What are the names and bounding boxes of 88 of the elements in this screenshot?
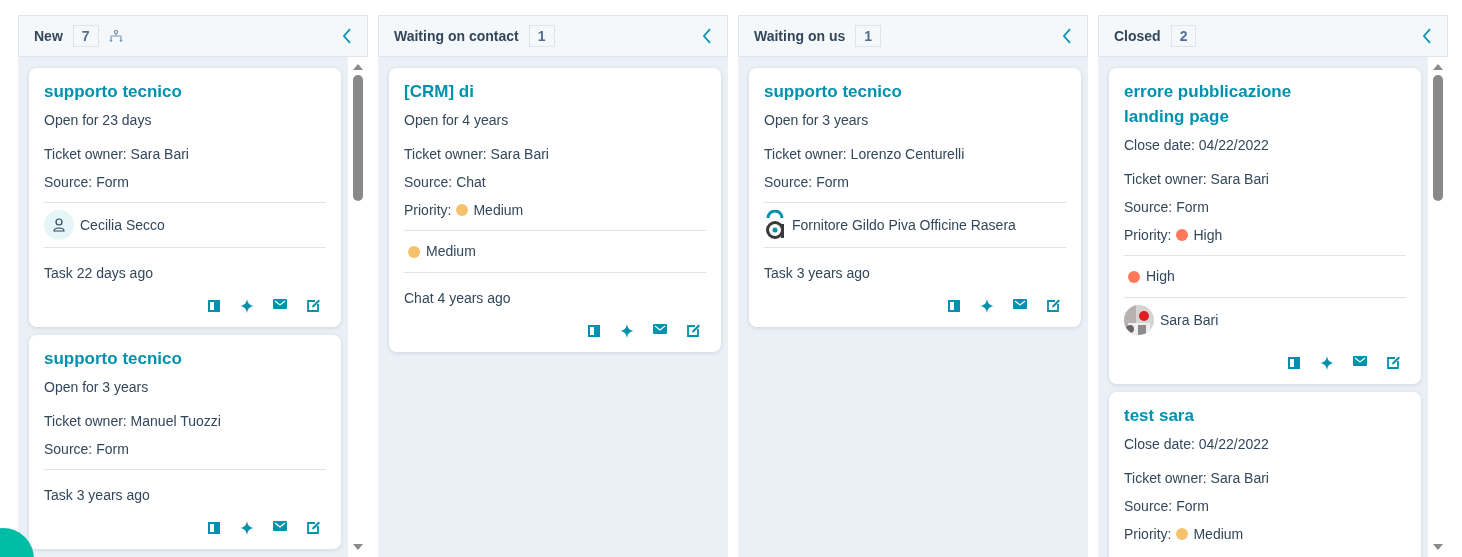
edit-icon[interactable] <box>306 299 320 313</box>
company-name[interactable]: Fornitore Gildo Piva Officine Rasera <box>792 214 1016 236</box>
side-panel-icon[interactable] <box>207 521 221 535</box>
count-badge: 2 <box>1170 25 1197 47</box>
collapse-chevron-icon[interactable] <box>1422 28 1432 44</box>
collapse-chevron-icon[interactable] <box>1062 28 1072 44</box>
count-badge: 1 <box>855 25 882 47</box>
last-activity: Task 3 years ago <box>764 265 870 281</box>
ticket-title[interactable]: supporto tecnico <box>44 79 254 104</box>
sparkle-icon[interactable] <box>980 299 994 313</box>
scrollbar-thumb[interactable] <box>1433 75 1443 201</box>
scroll-down-icon[interactable] <box>1432 543 1444 551</box>
last-activity: Task 22 days ago <box>44 265 153 281</box>
ticket-property: Ticket owner: Lorenzo Centurelli <box>764 145 966 164</box>
ticket-title[interactable]: supporto tecnico <box>44 346 254 371</box>
ticket-property: Open for 23 days <box>44 111 153 130</box>
ticket-property: Source: Form <box>1124 198 1210 217</box>
last-activity: Task 3 years ago <box>44 487 150 503</box>
priority-property: Priority: <box>1124 525 1172 544</box>
ticket-property: Open for 3 years <box>44 378 150 397</box>
edit-icon[interactable] <box>1046 299 1060 313</box>
count-badge: 1 <box>528 25 555 47</box>
priority-value: High <box>1193 226 1223 245</box>
contact-name[interactable]: Sara Bari <box>1160 309 1219 331</box>
ticket-property: Source: Chat <box>404 173 487 192</box>
ticket-card[interactable]: [CRM] di Open for 4 years Ticket owner: Sara Bari Source: Chat Priority: Medium Medium Chat 4 years ago <box>389 68 721 352</box>
priority-label: High <box>1146 267 1175 286</box>
priority-value: Medium <box>1193 525 1244 544</box>
last-activity: Chat 4 years ago <box>404 290 511 306</box>
scroll-down-icon[interactable] <box>352 543 364 551</box>
ticket-property: Ticket owner: Manuel Tuozzi <box>44 412 222 431</box>
sparkle-icon[interactable] <box>1320 356 1334 370</box>
priority-property: Priority: <box>1124 226 1172 245</box>
column-title: Waiting on contact <box>394 26 519 46</box>
ticket-card[interactable]: supporto tecnico Open for 3 years Ticket owner: Manuel Tuozzi Source: Form Task 3 years ago <box>29 335 341 549</box>
ticket-property: Source: Form <box>764 173 850 192</box>
email-icon[interactable] <box>273 521 287 531</box>
ticket-property: Open for 3 years <box>764 111 870 130</box>
edit-icon[interactable] <box>686 324 700 338</box>
edit-icon[interactable] <box>306 521 320 535</box>
column-title: Closed <box>1114 26 1161 46</box>
ticket-property: Ticket owner: Sara Bari <box>44 145 190 164</box>
ticket-property: Ticket owner: Sara Bari <box>404 145 550 164</box>
email-icon[interactable] <box>653 324 667 334</box>
column-title: New <box>34 26 63 46</box>
ticket-card[interactable]: test sara Close date: 04/22/2022 Ticket owner: Sara Bari Source: Form Priority: Medium <box>1109 392 1421 557</box>
ticket-card[interactable]: errore pubblicazione landing page Close date: 04/22/2022 Ticket owner: Sara Bari Source: Form Priority: High High Sara Bari <box>1109 68 1421 384</box>
ticket-property: Close date: 04/22/2022 <box>1124 136 1270 155</box>
collapse-chevron-icon[interactable] <box>342 28 352 44</box>
ticket-card[interactable]: supporto tecnico Open for 3 years Ticket owner: Lorenzo Centurelli Source: Form Fornitore Gildo Piva Officine Rasera Task 3 years ago <box>749 68 1081 327</box>
contact-avatar-icon <box>44 210 74 240</box>
ticket-property: Open for 4 years <box>404 111 510 130</box>
side-panel-icon[interactable] <box>587 324 601 338</box>
priority-label: Medium <box>426 242 476 261</box>
collapse-chevron-icon[interactable] <box>702 28 712 44</box>
column-title: Waiting on us <box>754 26 846 46</box>
email-icon[interactable] <box>1353 356 1367 366</box>
email-icon[interactable] <box>1013 299 1027 309</box>
count-badge: 7 <box>72 25 99 47</box>
email-icon[interactable] <box>273 299 287 309</box>
ticket-property: Source: Form <box>1124 497 1210 516</box>
edit-icon[interactable] <box>1386 356 1400 370</box>
ticket-property: Ticket owner: Sara Bari <box>1124 469 1270 488</box>
hierarchy-icon[interactable] <box>108 30 123 42</box>
ticket-title[interactable]: test sara <box>1124 403 1334 428</box>
scrollbar[interactable] <box>348 57 368 557</box>
priority-value: Medium <box>473 201 524 220</box>
ticket-title[interactable]: errore pubblicazione landing page <box>1124 79 1334 129</box>
ticket-title[interactable]: supporto tecnico <box>764 79 974 104</box>
sparkle-icon[interactable] <box>620 324 634 338</box>
company-logo-icon <box>764 210 786 240</box>
sparkle-icon[interactable] <box>240 299 254 313</box>
scrollbar-thumb[interactable] <box>353 75 363 201</box>
contact-name[interactable]: Cecilia Secco <box>80 214 165 236</box>
scroll-up-icon[interactable] <box>1432 63 1444 71</box>
ticket-property: Ticket owner: Sara Bari <box>1124 170 1270 189</box>
ticket-title[interactable]: [CRM] di <box>404 79 614 104</box>
side-panel-icon[interactable] <box>207 299 221 313</box>
ticket-property: Source: Form <box>44 173 130 192</box>
side-panel-icon[interactable] <box>1287 356 1301 370</box>
ticket-card[interactable]: supporto tecnico Open for 23 days Ticket owner: Sara Bari Source: Form Cecilia Secco Task 22 days ago <box>29 68 341 327</box>
priority-property: Priority: <box>404 201 452 220</box>
sparkle-icon[interactable] <box>240 521 254 535</box>
ticket-property: Source: Form <box>44 440 130 459</box>
scrollbar[interactable] <box>1428 57 1448 557</box>
ticket-property: Close date: 04/22/2022 <box>1124 435 1270 454</box>
side-panel-icon[interactable] <box>947 299 961 313</box>
scroll-up-icon[interactable] <box>352 63 364 71</box>
